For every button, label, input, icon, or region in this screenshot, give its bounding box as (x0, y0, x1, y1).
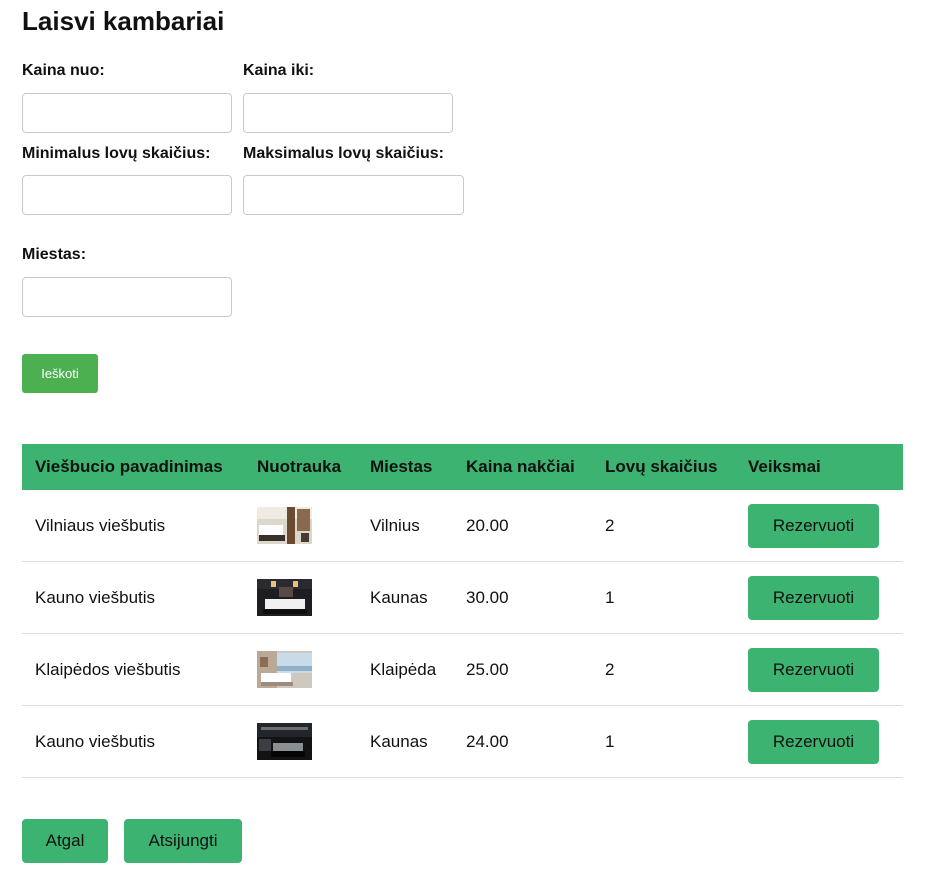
page-title: Laisvi kambariai (22, 6, 225, 36)
hotel-price: 25.00 (453, 633, 592, 706)
hotel-name: Kauno viešbutis (22, 561, 244, 634)
reserve-button[interactable]: Rezervuoti (748, 647, 879, 692)
header-actions: Veiksmai (735, 444, 903, 490)
header-city: Miestas (357, 444, 453, 490)
hotel-price: 20.00 (453, 490, 592, 562)
max-beds-input[interactable] (243, 175, 464, 215)
header-beds: Lovų skaičius (592, 444, 735, 490)
table-row: Kauno viešbutis Kaunas 24.00 1 Rezervuot… (22, 705, 903, 778)
reserve-button[interactable]: Rezervuoti (748, 503, 879, 548)
hotel-beds: 1 (592, 561, 735, 634)
logout-button[interactable]: Atsijungti (124, 819, 242, 863)
hotel-city: Klaipėda (357, 633, 453, 706)
city-label: Miestas: (22, 246, 87, 263)
table-header-row: Viešbucio pavadinimas Nuotrauka Miestas … (22, 444, 903, 490)
hotel-beds: 2 (592, 633, 735, 706)
hotel-photo-dark-bedroom (257, 579, 312, 616)
hotel-name: Klaipėdos viešbutis (22, 633, 244, 706)
hotel-photo-seaview-bedroom (257, 651, 312, 688)
header-photo: Nuotrauka (244, 444, 357, 490)
hotel-beds: 2 (592, 490, 735, 562)
hotel-name: Kauno viešbutis (22, 705, 244, 778)
hotel-price: 30.00 (453, 561, 592, 634)
hotel-beds: 1 (592, 705, 735, 778)
max-beds-label: Maksimalus lovų skaičius: (243, 145, 444, 162)
header-hotel-name: Viešbucio pavadinimas (22, 444, 244, 490)
min-beds-label: Minimalus lovų skaičius: (22, 145, 211, 162)
hotel-city: Kaunas (357, 705, 453, 778)
price-to-input[interactable] (243, 93, 453, 133)
header-price: Kaina nakčiai (453, 444, 592, 490)
min-beds-input[interactable] (22, 175, 232, 215)
price-to-label: Kaina iki: (243, 62, 315, 79)
price-from-input[interactable] (22, 93, 232, 133)
back-button[interactable]: Atgal (22, 819, 108, 863)
table-row: Vilniaus viešbutis Vilnius 20.00 2 Rezer… (22, 490, 903, 562)
hotel-city: Vilnius (357, 490, 453, 562)
search-button[interactable]: Ieškoti (22, 354, 98, 393)
rooms-table: Viešbucio pavadinimas Nuotrauka Miestas … (22, 444, 903, 778)
reserve-button[interactable]: Rezervuoti (748, 575, 879, 620)
hotel-photo-night-bedroom (257, 723, 312, 760)
table-row: Klaipėdos viešbutis Klaipėda 25.00 2 Rez… (22, 633, 903, 706)
table-row: Kauno viešbutis Kaunas 30.00 1 Rezervuot… (22, 561, 903, 634)
price-from-label: Kaina nuo: (22, 62, 105, 79)
city-input[interactable] (22, 277, 232, 317)
hotel-price: 24.00 (453, 705, 592, 778)
hotel-photo-bright-bedroom (257, 507, 312, 544)
hotel-city: Kaunas (357, 561, 453, 634)
hotel-name: Vilniaus viešbutis (22, 490, 244, 562)
reserve-button[interactable]: Rezervuoti (748, 719, 879, 764)
